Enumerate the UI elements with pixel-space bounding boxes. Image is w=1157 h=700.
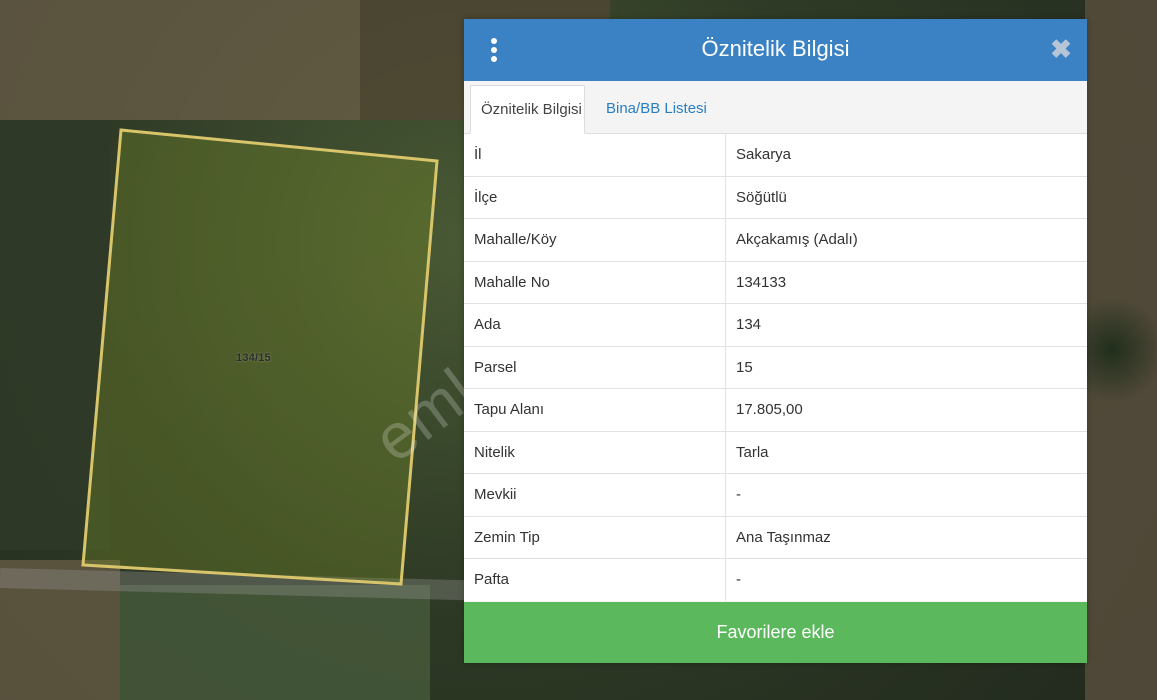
panel-header: Öznitelik Bilgisi ✖ xyxy=(464,19,1087,81)
attribute-key: Mahalle/Köy xyxy=(464,218,726,262)
attribute-table: İl Sakarya İlçe Söğütlü Mahalle/Köy Akça… xyxy=(464,134,1087,601)
attribute-key: Mevkii xyxy=(464,473,726,517)
attribute-value: 17.805,00 xyxy=(725,388,1087,432)
attribute-key: Mahalle No xyxy=(464,261,726,304)
attribute-value: Tarla xyxy=(725,431,1087,474)
table-row: Mahalle No 134133 xyxy=(464,261,1087,304)
attribute-value: Söğütlü xyxy=(725,176,1087,219)
attribute-key: İl xyxy=(464,134,726,177)
attribute-key: Nitelik xyxy=(464,431,726,474)
table-row: İlçe Söğütlü xyxy=(464,176,1087,219)
attribute-value: Ana Taşınmaz xyxy=(725,516,1087,559)
attribute-value: - xyxy=(725,473,1087,517)
attribute-key: Zemin Tip xyxy=(464,516,726,559)
tab-building-list[interactable]: Bina/BB Listesi xyxy=(596,85,717,132)
attribute-value: 134 xyxy=(725,303,1087,347)
attribute-key: İlçe xyxy=(464,176,726,219)
table-row: Nitelik Tarla xyxy=(464,431,1087,474)
tab-attribute-info[interactable]: Öznitelik Bilgisi xyxy=(470,85,585,134)
add-favorites-button[interactable]: Favorilere ekle xyxy=(464,602,1087,663)
table-row: Mevkii - xyxy=(464,473,1087,517)
table-row: Pafta - xyxy=(464,558,1087,601)
attribute-value: 15 xyxy=(725,346,1087,389)
close-icon[interactable]: ✖ xyxy=(1047,35,1075,63)
attribute-value: Akçakamış (Adalı) xyxy=(725,218,1087,262)
attribute-key: Parsel xyxy=(464,346,726,389)
table-row: Zemin Tip Ana Taşınmaz xyxy=(464,516,1087,559)
table-row: Tapu Alanı 17.805,00 xyxy=(464,388,1087,432)
attribute-value: - xyxy=(736,571,741,589)
table-row: Parsel 15 xyxy=(464,346,1087,389)
panel-title: Öznitelik Bilgisi xyxy=(701,36,850,61)
attribute-key: Tapu Alanı xyxy=(464,388,726,432)
tab-bar: Öznitelik Bilgisi Bina/BB Listesi xyxy=(464,81,1087,134)
table-row: Mahalle/Köy Akçakamış (Adalı) xyxy=(464,218,1087,262)
table-row: Ada 134 xyxy=(464,303,1087,347)
attribute-value: 134133 xyxy=(725,261,1087,304)
attribute-key: Ada xyxy=(464,303,726,347)
parcel-label: 134/15 xyxy=(236,352,271,364)
attribute-value: Sakarya xyxy=(725,134,1087,177)
attribute-panel: Öznitelik Bilgisi ✖ Öznitelik Bilgisi Bi… xyxy=(464,19,1087,663)
attribute-key: Pafta xyxy=(464,558,726,601)
table-row: İl Sakarya xyxy=(464,134,1087,177)
